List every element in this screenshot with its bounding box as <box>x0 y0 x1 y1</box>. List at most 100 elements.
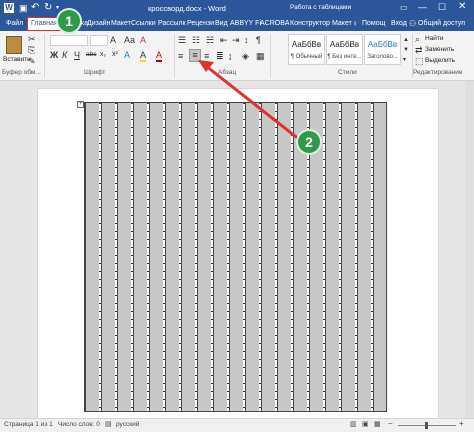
print-layout-icon[interactable]: ▣ <box>362 420 369 428</box>
replace-icon[interactable]: ⇄ <box>415 45 423 55</box>
window-title: кроссворд.docx - Word <box>148 4 226 13</box>
styles-scroll-down-icon[interactable]: ▼ <box>403 45 409 55</box>
tab-design[interactable]: Дизайн <box>87 18 111 30</box>
subscript-button[interactable]: x₂ <box>100 50 106 60</box>
close-icon[interactable]: ✕ <box>458 1 466 12</box>
ribbon-display-icon[interactable]: ▭ <box>400 3 408 12</box>
show-marks-icon[interactable]: ¶ <box>256 35 261 45</box>
word-logo-icon: W <box>4 3 14 13</box>
tab-table-design[interactable]: Конструктор <box>290 18 330 30</box>
table-move-handle-icon[interactable]: + <box>77 101 84 108</box>
word-count[interactable]: Число слов: 0 <box>58 421 100 428</box>
user-icon: ⚇ <box>409 19 417 28</box>
maximize-icon[interactable]: ☐ <box>438 2 446 13</box>
read-mode-icon[interactable]: ▥ <box>350 420 357 428</box>
font-grow-icon[interactable]: A <box>110 35 116 45</box>
clipboard-group-label: Буфер обм... <box>2 69 41 76</box>
lightbulb-icon: ♀ <box>352 19 358 28</box>
underline-button[interactable]: Ч <box>74 50 80 60</box>
style-heading[interactable]: АаБбВв Заголово... <box>364 34 401 65</box>
save-icon[interactable]: ▣ <box>19 3 28 14</box>
editing-group-label: Редактирование <box>413 69 463 76</box>
bullets-icon[interactable]: ☰ <box>178 35 186 45</box>
style-name: ¶ Без инте... <box>327 54 362 60</box>
web-layout-icon[interactable]: ▦ <box>374 420 381 428</box>
bold-button[interactable]: Ж <box>50 50 58 60</box>
style-no-spacing[interactable]: АаБбВв ¶ Без инте... <box>326 34 363 65</box>
italic-button[interactable]: К <box>62 50 67 60</box>
crossword-table[interactable] <box>84 102 387 412</box>
share-button[interactable]: Общий доступ <box>418 18 465 30</box>
qat-dropdown-icon[interactable]: ▾ <box>56 4 59 11</box>
tab-references[interactable]: Ссылки <box>131 18 156 30</box>
justify-icon[interactable]: ≣ <box>216 51 224 61</box>
minimize-icon[interactable]: — <box>418 2 427 12</box>
styles-more-icon[interactable]: ▾ <box>403 55 406 65</box>
tab-home[interactable]: Главная <box>27 17 62 31</box>
vertical-scrollbar[interactable] <box>465 81 474 418</box>
sign-in-link[interactable]: Вход <box>391 18 407 30</box>
align-center-icon[interactable]: ≡ <box>189 49 201 62</box>
cut-icon[interactable]: ✂ <box>28 34 36 44</box>
align-left-icon[interactable]: ≡ <box>178 51 183 61</box>
group-divider <box>174 34 175 78</box>
ribbon: Вставить ✂ ⎘ ✎ Буфер обм... A Aa A Ж К Ч… <box>0 31 474 81</box>
undo-icon[interactable]: ↶ <box>31 2 39 13</box>
align-right-icon[interactable]: ≡ <box>204 51 209 61</box>
borders-icon[interactable]: ▦ <box>256 51 265 61</box>
clear-format-icon[interactable]: A <box>140 35 146 45</box>
tab-layout[interactable]: Макет <box>111 18 131 30</box>
shading-icon[interactable]: ◈ <box>242 51 249 61</box>
line-spacing-icon[interactable]: ↨ <box>228 51 233 61</box>
paragraph-group-label: Абзац <box>218 69 237 76</box>
multilevel-list-icon[interactable]: ☵ <box>206 35 214 45</box>
style-normal[interactable]: АаБбВв ¶ Обычный <box>288 34 325 65</box>
font-name-box[interactable] <box>50 35 88 46</box>
find-button[interactable]: Найти <box>425 35 444 42</box>
tab-abbyy[interactable]: ABBYY Fi <box>230 18 261 30</box>
find-icon[interactable]: ⌕ <box>415 34 420 44</box>
tab-review[interactable]: Рецензи <box>187 18 214 30</box>
decrease-indent-icon[interactable]: ⇤ <box>220 35 228 45</box>
callout-2: 2 <box>298 131 320 153</box>
tab-tell-me[interactable]: Помощ <box>362 18 385 30</box>
format-painter-icon[interactable]: ✎ <box>28 56 36 66</box>
group-divider <box>270 34 271 78</box>
sort-icon[interactable]: ↕ <box>244 35 249 45</box>
font-size-box[interactable] <box>90 35 108 46</box>
change-case-icon[interactable]: Aa <box>124 35 135 45</box>
select-button[interactable]: Выделить <box>425 57 455 64</box>
style-sample: АаБбВв <box>291 40 322 49</box>
clipboard-icon <box>6 36 22 54</box>
zoom-in-icon[interactable]: + <box>459 419 464 428</box>
font-color-icon[interactable]: A <box>156 50 163 62</box>
tab-table-layout[interactable]: Макет <box>332 18 352 30</box>
status-bar: Страница 1 из 1 Число слов: 0 ▤ русский … <box>0 418 474 432</box>
redo-icon[interactable]: ↻ <box>44 2 52 13</box>
zoom-slider-thumb[interactable] <box>425 422 428 429</box>
style-name: Заголово... <box>367 54 398 60</box>
numbering-icon[interactable]: ☷ <box>192 35 200 45</box>
paste-button[interactable]: Вставить <box>3 34 31 67</box>
styles-scroll-up-icon[interactable]: ▲ <box>403 35 409 45</box>
group-divider <box>44 34 45 78</box>
tab-acrobat[interactable]: ACROBA <box>260 18 290 30</box>
style-sample: АаБбВв <box>367 40 398 49</box>
copy-icon[interactable]: ⎘ <box>28 45 35 55</box>
style-sample: АаБбВв <box>329 40 360 49</box>
page-count[interactable]: Страница 1 из 1 <box>4 421 53 428</box>
tab-view[interactable]: Вид <box>215 18 228 30</box>
text-effects-icon[interactable]: A <box>124 50 130 60</box>
zoom-out-icon[interactable]: − <box>388 419 393 428</box>
superscript-button[interactable]: x² <box>112 50 118 60</box>
strikethrough-button[interactable]: abc <box>86 50 96 60</box>
highlight-icon[interactable]: A <box>140 50 147 62</box>
select-icon[interactable]: ⬚ <box>415 56 424 66</box>
paste-label: Вставить <box>3 56 31 63</box>
replace-button[interactable]: Заменить <box>425 46 454 53</box>
tab-file[interactable]: Файл <box>6 18 23 30</box>
tab-mailings[interactable]: Рассылк <box>158 18 186 30</box>
increase-indent-icon[interactable]: ⇥ <box>232 35 240 45</box>
language-label[interactable]: русский <box>116 421 139 428</box>
proofing-icon[interactable]: ▤ <box>105 420 112 428</box>
